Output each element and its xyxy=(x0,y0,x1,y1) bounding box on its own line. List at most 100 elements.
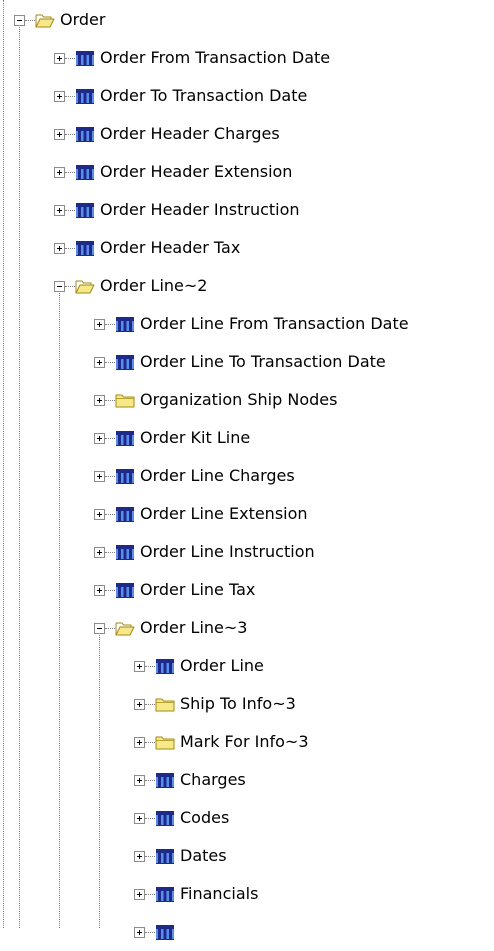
tree-node-order-header-extension[interactable]: Order Header Extension xyxy=(54,153,293,191)
tree-node-label[interactable]: Order Line Instruction xyxy=(139,542,316,562)
tree-guide-line xyxy=(59,293,60,928)
tree-node-order-from-transaction-date[interactable]: Order From Transaction Date xyxy=(54,39,331,77)
tree-node-ship-to-info-3[interactable]: Ship To Info~3 xyxy=(134,685,297,723)
expand-icon[interactable] xyxy=(134,774,145,786)
tree-node-order-line-to-transaction-date[interactable]: Order Line To Transaction Date xyxy=(94,343,387,381)
folder-open-icon xyxy=(75,280,95,294)
tree-node-organization-ship-nodes[interactable]: Organization Ship Nodes xyxy=(94,381,338,419)
table-icon xyxy=(116,317,134,332)
tree-node-order-line-tax[interactable]: Order Line Tax xyxy=(94,571,256,609)
expand-icon[interactable] xyxy=(134,698,145,710)
expand-icon[interactable] xyxy=(94,394,105,406)
expand-icon[interactable] xyxy=(94,432,105,444)
tree-node-label[interactable]: Order Header Tax xyxy=(99,238,241,258)
tree-node-label[interactable]: Order Line xyxy=(179,656,265,676)
table-icon xyxy=(116,469,134,484)
tree-node-label[interactable]: Order Line Extension xyxy=(139,504,309,524)
tree-node-order-header-instruction[interactable]: Order Header Instruction xyxy=(54,191,301,229)
tree-node-label[interactable]: Order Line Charges xyxy=(139,466,296,486)
tree-connector xyxy=(105,475,115,477)
table-icon xyxy=(76,51,94,66)
tree-node-order[interactable]: Order xyxy=(14,1,106,39)
tree-connector xyxy=(145,893,155,895)
tree-node-order-to-transaction-date[interactable]: Order To Transaction Date xyxy=(54,77,308,115)
tree-connector xyxy=(145,665,155,667)
tree-node-order-line-instruction[interactable]: Order Line Instruction xyxy=(94,533,316,571)
folder-closed-icon xyxy=(155,698,175,712)
tree-connector xyxy=(65,57,75,59)
expand-icon[interactable] xyxy=(54,52,65,64)
expand-icon[interactable] xyxy=(134,888,145,900)
tree-connector xyxy=(65,171,75,173)
table-icon xyxy=(76,89,94,104)
tree-node-label[interactable]: Order Kit Line xyxy=(139,428,251,448)
tree-node-order-line-2[interactable]: Order Line~2 xyxy=(54,267,208,305)
tree-node-order-line-extension[interactable]: Order Line Extension xyxy=(94,495,309,533)
tree-connector xyxy=(145,779,155,781)
expand-icon[interactable] xyxy=(54,128,65,140)
tree-node-label[interactable]: Order Line~3 xyxy=(139,618,248,638)
expand-icon[interactable] xyxy=(94,584,105,596)
tree-node-label[interactable]: Mark For Info~3 xyxy=(179,732,310,752)
table-icon xyxy=(76,241,94,256)
expand-icon[interactable] xyxy=(134,926,145,938)
tree-node-label[interactable]: Order Line Tax xyxy=(139,580,256,600)
tree-node-item[interactable] xyxy=(134,913,181,951)
tree-connector xyxy=(65,285,75,287)
tree-node-label[interactable]: Order Line From Transaction Date xyxy=(139,314,410,334)
tree-node-codes[interactable]: Codes xyxy=(134,799,230,837)
expand-icon[interactable] xyxy=(94,470,105,482)
tree-node-order-line-charges[interactable]: Order Line Charges xyxy=(94,457,296,495)
tree-node-label[interactable]: Order Header Instruction xyxy=(99,200,301,220)
tree-node-label[interactable]: Order Header Extension xyxy=(99,162,293,182)
expand-icon[interactable] xyxy=(94,318,105,330)
tree-node-label[interactable]: Ship To Info~3 xyxy=(179,694,297,714)
expand-icon[interactable] xyxy=(134,736,145,748)
tree-node-order-kit-line[interactable]: Order Kit Line xyxy=(94,419,251,457)
tree-node-financials[interactable]: Financials xyxy=(134,875,259,913)
table-icon xyxy=(156,925,174,940)
expand-icon[interactable] xyxy=(134,660,145,672)
tree-connector xyxy=(65,95,75,97)
expand-icon[interactable] xyxy=(54,90,65,102)
expand-icon[interactable] xyxy=(134,812,145,824)
tree-connector xyxy=(145,855,155,857)
tree-node-label[interactable]: Order Line To Transaction Date xyxy=(139,352,387,372)
tree-connector xyxy=(105,361,115,363)
table-icon xyxy=(76,203,94,218)
collapse-icon[interactable] xyxy=(94,622,105,634)
tree-node-label[interactable]: Dates xyxy=(179,846,228,866)
tree-connector xyxy=(105,627,115,629)
tree-node-label[interactable]: Order xyxy=(59,10,106,30)
tree-node-dates[interactable]: Dates xyxy=(134,837,228,875)
expand-icon[interactable] xyxy=(94,508,105,520)
tree-connector xyxy=(145,817,155,819)
tree-node-order-line-3[interactable]: Order Line~3 xyxy=(94,609,248,647)
collapse-icon[interactable] xyxy=(14,14,25,26)
tree-node-label[interactable]: Codes xyxy=(179,808,230,828)
tree-connector xyxy=(65,133,75,135)
tree-node-label[interactable]: Organization Ship Nodes xyxy=(139,390,338,410)
tree-node-order-line-from-transaction-date[interactable]: Order Line From Transaction Date xyxy=(94,305,410,343)
expand-icon[interactable] xyxy=(54,204,65,216)
tree-node-label[interactable]: Charges xyxy=(179,770,247,790)
tree-node-order-header-tax[interactable]: Order Header Tax xyxy=(54,229,241,267)
table-icon xyxy=(116,507,134,522)
tree-node-label[interactable]: Order To Transaction Date xyxy=(99,86,308,106)
table-icon xyxy=(156,811,174,826)
table-icon xyxy=(156,773,174,788)
tree-node-order-line[interactable]: Order Line xyxy=(134,647,265,685)
tree-node-order-header-charges[interactable]: Order Header Charges xyxy=(54,115,281,153)
expand-icon[interactable] xyxy=(134,850,145,862)
collapse-icon[interactable] xyxy=(54,280,65,292)
tree-node-mark-for-info-3[interactable]: Mark For Info~3 xyxy=(134,723,310,761)
tree-node-label[interactable]: Order Line~2 xyxy=(99,276,208,296)
tree-node-label[interactable]: Order Header Charges xyxy=(99,124,281,144)
expand-icon[interactable] xyxy=(54,166,65,178)
tree-node-label[interactable]: Order From Transaction Date xyxy=(99,48,331,68)
expand-icon[interactable] xyxy=(54,242,65,254)
expand-icon[interactable] xyxy=(94,356,105,368)
tree-node-charges[interactable]: Charges xyxy=(134,761,247,799)
tree-node-label[interactable]: Financials xyxy=(179,884,259,904)
expand-icon[interactable] xyxy=(94,546,105,558)
